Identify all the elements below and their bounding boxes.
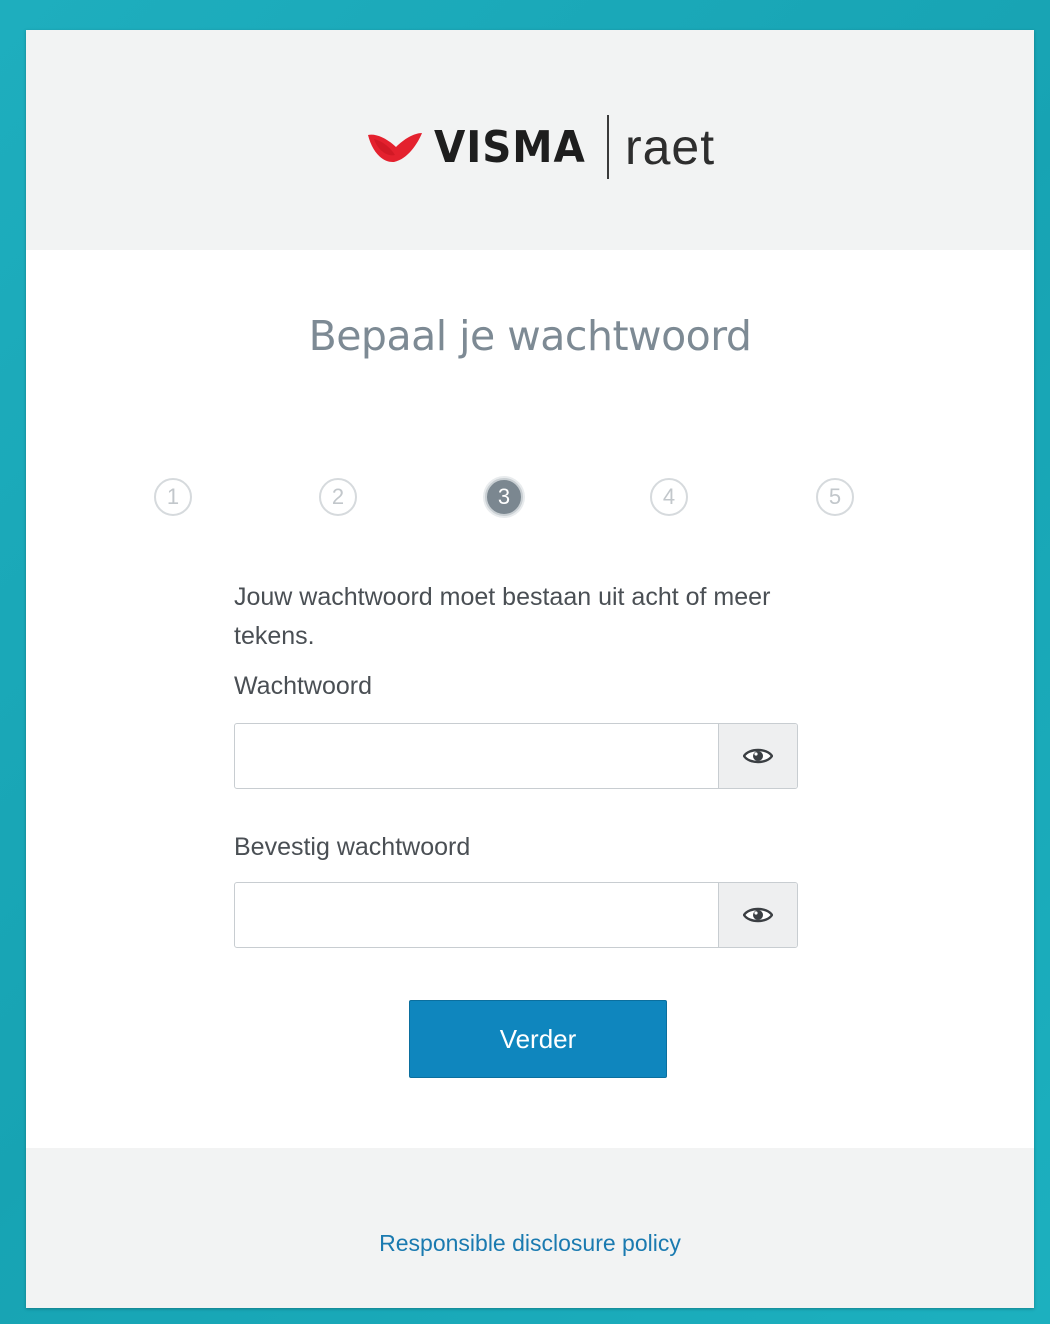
step-indicator: 1 2 3 4 5 — [154, 478, 864, 520]
step-2: 2 — [319, 478, 357, 516]
page-title: Bepaal je wachtwoord — [308, 312, 752, 360]
brand-name-visma: VISMA — [434, 121, 586, 173]
password-form: Jouw wachtwoord moet bestaan uit acht of… — [234, 578, 798, 948]
password-input[interactable] — [235, 724, 718, 788]
step-4: 4 — [650, 478, 688, 516]
confirm-password-label: Bevestig wachtwoord — [234, 833, 471, 861]
password-label: Wachtwoord — [234, 672, 373, 700]
login-card: VISMA raet Bepaal je wachtwoord 1 2 3 4 … — [26, 30, 1034, 1308]
brand-name-raet: raet — [624, 119, 716, 175]
brand-logo: VISMA raet — [366, 112, 715, 182]
show-confirm-password-button[interactable] — [718, 883, 797, 947]
password-input-group — [234, 723, 798, 789]
visma-swoosh-icon — [368, 133, 422, 163]
confirm-password-input[interactable] — [235, 883, 718, 947]
show-password-button[interactable] — [718, 724, 797, 788]
step-3-active: 3 — [485, 478, 523, 516]
password-requirements-text: Jouw wachtwoord moet bestaan uit acht of… — [234, 583, 771, 650]
eye-icon — [743, 907, 773, 923]
step-1: 1 — [154, 478, 192, 516]
responsible-disclosure-link[interactable]: Responsible disclosure policy — [26, 1230, 1034, 1257]
eye-icon — [743, 748, 773, 764]
confirm-password-input-group — [234, 882, 798, 948]
step-5: 5 — [816, 478, 854, 516]
card-header: VISMA raet — [26, 30, 1034, 250]
verder-button[interactable]: Verder — [409, 1000, 667, 1078]
card-footer: Responsible disclosure policy — [26, 1148, 1034, 1308]
brand-divider — [606, 115, 609, 179]
